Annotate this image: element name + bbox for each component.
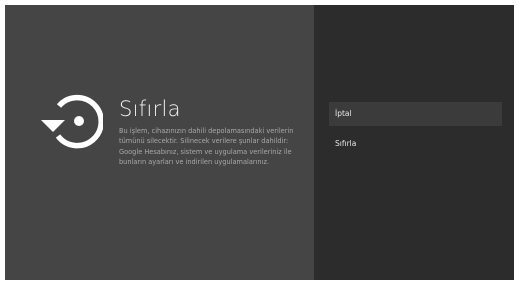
reset-button[interactable]: Sıfırla — [329, 132, 502, 156]
action-menu-panel: İptal Sıfırla — [314, 5, 514, 280]
dialog-description: Bu işlem, cihazınızın dahili depolamasın… — [119, 127, 294, 167]
cancel-button[interactable]: İptal — [329, 102, 502, 126]
dialog-info-panel: Sıfırla Bu işlem, cihazınızın dahili dep… — [5, 5, 314, 280]
reset-icon — [41, 94, 103, 149]
dialog-title: Sıfırla — [119, 97, 181, 121]
reset-dialog-screen: Sıfırla Bu işlem, cihazınızın dahili dep… — [5, 5, 514, 280]
action-menu: İptal Sıfırla — [329, 102, 502, 162]
